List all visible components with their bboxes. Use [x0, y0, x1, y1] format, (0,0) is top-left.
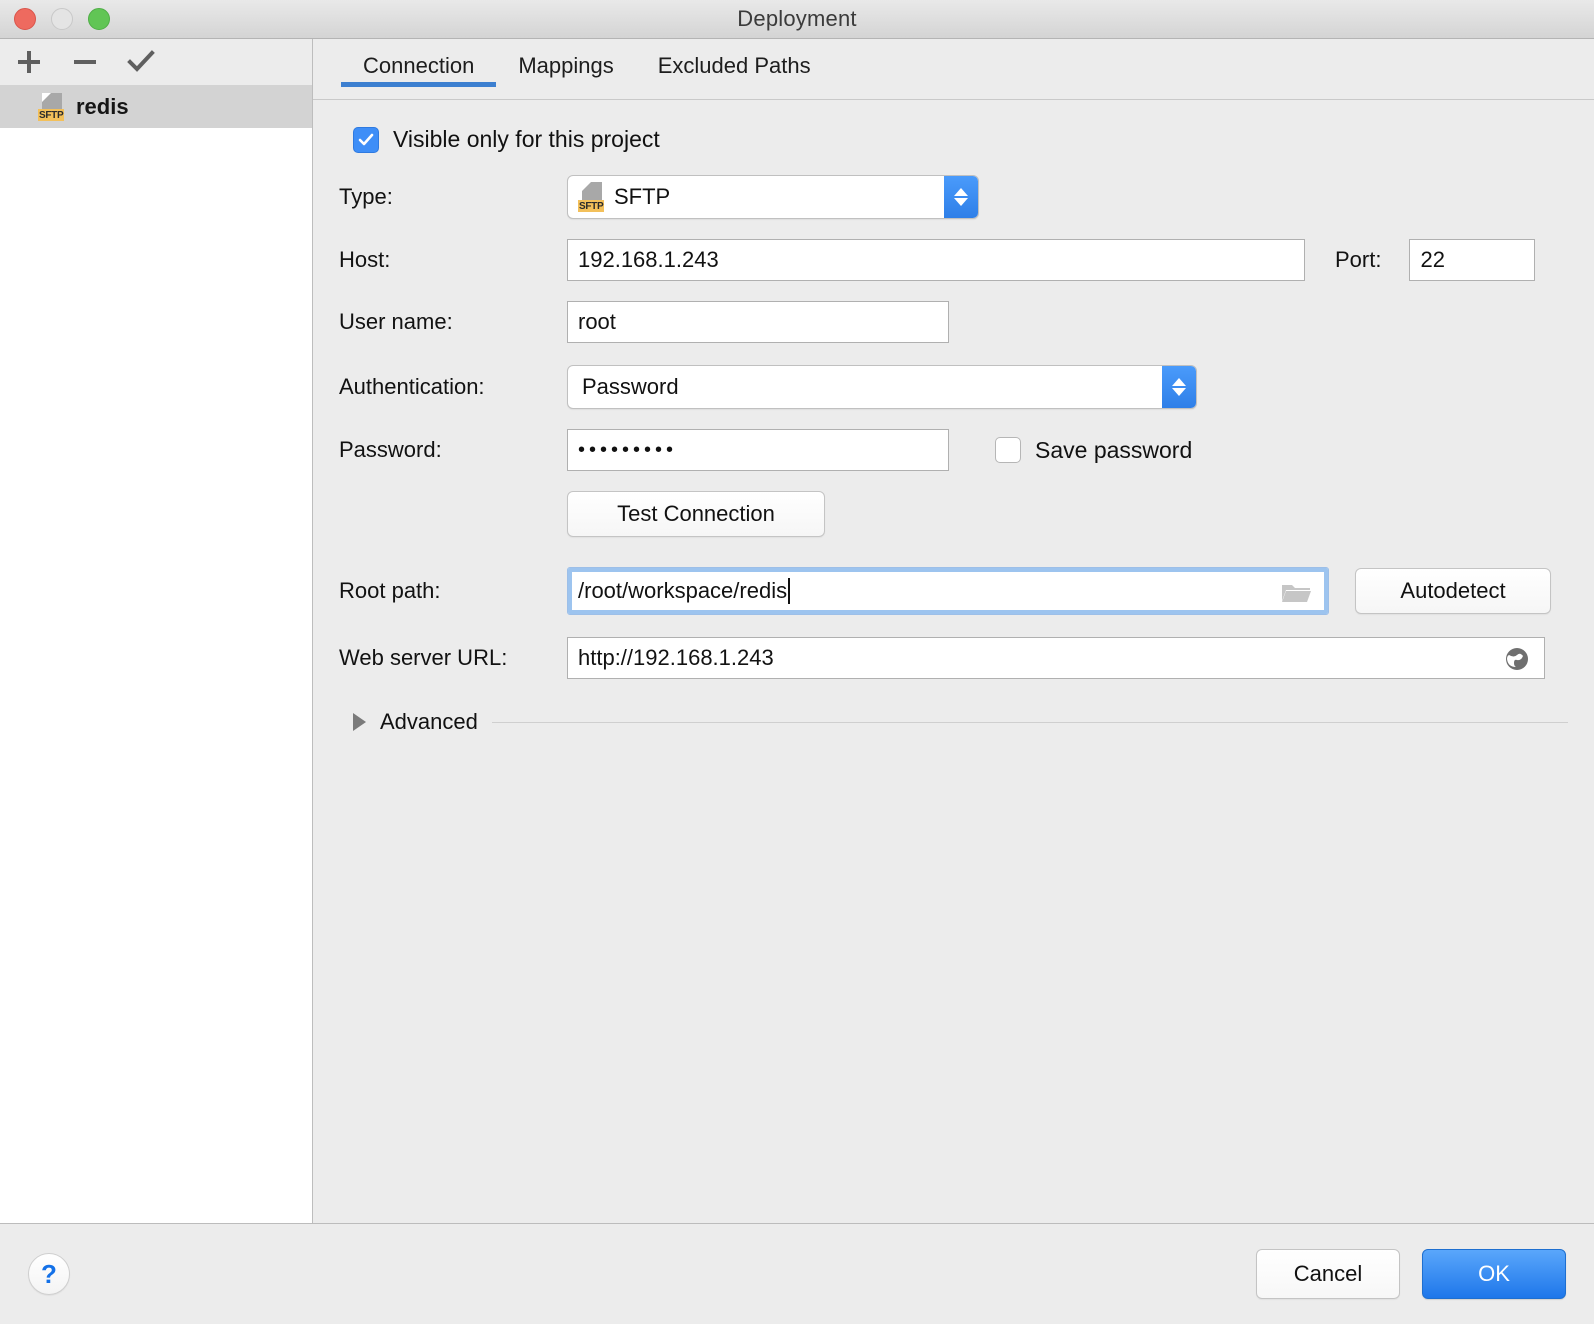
- tab-excluded-paths[interactable]: Excluded Paths: [636, 39, 833, 85]
- advanced-label: Advanced: [380, 709, 478, 734]
- window-title: Deployment: [737, 6, 857, 31]
- server-list: SFTP redis: [0, 86, 312, 1223]
- cancel-button[interactable]: Cancel: [1256, 1249, 1400, 1299]
- sftp-badge-label: SFTP: [38, 109, 65, 121]
- type-combo[interactable]: SFTP SFTP: [567, 175, 979, 219]
- web-server-url-value: http://192.168.1.243: [578, 645, 774, 670]
- type-label: Type:: [339, 184, 393, 209]
- text-caret: [788, 578, 791, 604]
- visible-only-label: Visible only for this project: [393, 126, 660, 152]
- help-button[interactable]: ?: [28, 1253, 70, 1295]
- main-panel: Connection Mappings Excluded Paths Visib…: [313, 39, 1594, 1223]
- servers-sidebar: SFTP redis: [0, 39, 313, 1223]
- sidebar-item-label: redis: [76, 94, 129, 119]
- username-label: User name:: [339, 309, 453, 334]
- password-label: Password:: [339, 437, 442, 462]
- minimize-window-button[interactable]: [51, 8, 73, 30]
- visible-only-checkbox[interactable]: [353, 126, 379, 153]
- tab-mappings[interactable]: Mappings: [496, 39, 635, 85]
- web-server-url-label: Web server URL:: [339, 645, 508, 670]
- checkmark-icon: [127, 50, 155, 72]
- sftp-badge-label: SFTP: [578, 200, 605, 212]
- port-label: Port:: [1335, 247, 1382, 272]
- advanced-divider: [491, 721, 1568, 723]
- ok-button[interactable]: OK: [1422, 1249, 1566, 1299]
- window-controls: [14, 8, 110, 30]
- title-bar: Deployment: [0, 0, 1594, 39]
- username-row: User name: root: [339, 301, 1568, 343]
- add-server-button[interactable]: [12, 45, 46, 79]
- root-path-input[interactable]: /root/workspace/redis: [567, 567, 1329, 615]
- root-path-label: Root path:: [339, 578, 441, 603]
- sidebar-item-redis[interactable]: SFTP redis: [0, 86, 312, 128]
- username-input[interactable]: root: [567, 301, 949, 343]
- type-row: Type: SFTP SFTP: [339, 175, 1568, 219]
- save-password-checkbox[interactable]: [995, 437, 1021, 463]
- sidebar-toolbar: [0, 39, 312, 86]
- autodetect-button[interactable]: Autodetect: [1355, 568, 1551, 614]
- port-input[interactable]: 22: [1409, 239, 1536, 281]
- close-window-button[interactable]: [14, 8, 36, 30]
- set-default-server-button[interactable]: [124, 45, 158, 79]
- authentication-label: Authentication:: [339, 374, 485, 399]
- folder-icon[interactable]: [1280, 579, 1312, 605]
- root-path-value: /root/workspace/redis: [578, 578, 788, 603]
- maximize-window-button[interactable]: [88, 8, 110, 30]
- dialog-body: SFTP redis Connection Mappings Excluded …: [0, 39, 1594, 1224]
- password-input[interactable]: •••••••••: [567, 429, 949, 471]
- connection-form: Visible only for this project Type: SFTP…: [313, 100, 1594, 1223]
- chevron-updown-icon[interactable]: [944, 176, 978, 218]
- tab-connection[interactable]: Connection: [341, 39, 497, 87]
- globe-icon[interactable]: [1504, 646, 1530, 672]
- minus-icon: [74, 60, 96, 64]
- web-server-url-input[interactable]: http://192.168.1.243: [567, 637, 1545, 679]
- visible-only-row: Visible only for this project: [353, 126, 1568, 153]
- host-input[interactable]: 192.168.1.243: [567, 239, 1305, 281]
- checkmark-icon: [358, 133, 374, 145]
- type-value: SFTP: [614, 184, 671, 209]
- sftp-file-icon: SFTP: [38, 93, 65, 121]
- authentication-value: Password: [582, 374, 679, 399]
- chevron-right-icon: [353, 713, 366, 731]
- plus-icon: [18, 51, 40, 73]
- save-password-label: Save password: [1035, 436, 1193, 463]
- password-row: Password: ••••••••• Save password: [339, 429, 1568, 471]
- test-connection-button[interactable]: Test Connection: [567, 491, 825, 537]
- remove-server-button[interactable]: [68, 45, 102, 79]
- authentication-row: Authentication: Password: [339, 365, 1568, 409]
- sftp-file-icon: SFTP: [578, 182, 605, 212]
- root-path-row: Root path: /root/workspace/redis Autodet…: [339, 567, 1568, 615]
- chevron-updown-icon[interactable]: [1162, 366, 1196, 408]
- host-label: Host:: [339, 247, 391, 272]
- tab-bar: Connection Mappings Excluded Paths: [313, 39, 1594, 100]
- dialog-footer: ? Cancel OK: [0, 1224, 1594, 1324]
- web-server-url-row: Web server URL: http://192.168.1.243: [339, 637, 1568, 679]
- test-connection-row: Test Connection: [339, 491, 1568, 537]
- authentication-combo[interactable]: Password: [567, 365, 1197, 409]
- deployment-dialog: Deployment SFTP redis Connection Mapping…: [0, 0, 1594, 1324]
- host-row: Host: 192.168.1.243 Port: 22: [339, 239, 1568, 281]
- advanced-section-header[interactable]: Advanced: [339, 709, 1568, 735]
